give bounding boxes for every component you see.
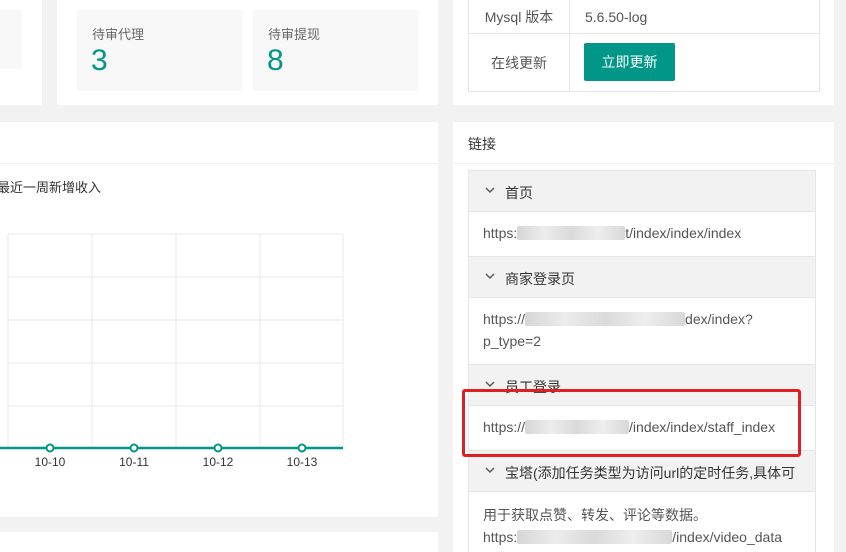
link-url-home[interactable]: https: t/index/index/index [483,225,741,241]
info-row-update: 在线更新 立即更新 [468,33,820,92]
stat-label: 待审提现 [268,27,321,42]
x-tick-label: 10-12 [203,455,234,469]
data-point [297,443,307,453]
x-tick-label: 10-10 [35,455,66,469]
chevron-down-icon [485,273,495,279]
stat-pending-agents[interactable]: 待审代理 3 [77,10,242,91]
accordion-header-merchant-login[interactable]: 商家登录页 [468,256,816,298]
info-key: Mysql 版本 [469,0,570,34]
accordion-body-merchant-login: https:// dex/index? p_type=2 [468,298,816,364]
stat-label: 待审代理 [92,27,145,42]
income-chart-card: 最近一周新增收入 10-10 10-11 10-12 10-13 [0,122,438,517]
accordion-label: 首页 [505,185,533,201]
system-info-card: Mysql 版本 5.6.50-log 在线更新 立即更新 [453,0,834,105]
stat-value: 3 [91,44,108,77]
data-point [213,443,223,453]
accordion-header-home[interactable]: 首页 [468,170,816,212]
accordion-label: 商家登录页 [505,271,575,287]
data-point [129,443,139,453]
stat-box-partial [0,10,22,69]
link-url-video-data[interactable]: https: /index/video_data [483,529,782,545]
data-point [45,443,55,453]
accordion-body-baota: 用于获取点赞、转发、评论等数据。 https: /index/video_data [468,492,816,552]
panel-divider [453,163,834,164]
info-value: 5.6.50-log [585,9,648,25]
income-line-chart: 10-10 10-11 10-12 10-13 [0,233,344,469]
url-suffix: t/index/index/index [625,225,742,241]
chevron-down-icon [485,467,495,473]
stat-pending-withdrawals[interactable]: 待审提现 8 [253,10,418,91]
links-card: 链接 首页 https: t/index/index/index 商家登录页 ht… [453,122,834,552]
accordion-label: 宝塔(添加任务类型为访问url的定时任务,具体可 [505,465,796,481]
redacted-domain [517,226,626,240]
url-prefix: https: [483,529,518,545]
highlight-box [462,389,801,457]
redacted-domain [517,530,673,544]
update-now-button[interactable]: 立即更新 [584,43,675,81]
url-line2: p_type=2 [483,333,541,349]
x-tick-label: 10-11 [119,455,149,469]
link-url-merchant[interactable]: https:// dex/index? p_type=2 [483,311,753,349]
url-suffix: /index/video_data [672,529,783,545]
x-tick-label: 10-13 [287,455,318,469]
overview-card-left [0,0,42,105]
url-prefix: https:// [483,311,526,327]
bottom-left-card [0,532,438,552]
info-row-mysql: Mysql 版本 5.6.50-log [468,0,820,35]
stat-value: 8 [267,44,284,77]
pending-stats-card: 待审代理 3 待审提现 8 [57,0,438,105]
accordion-body-home: https: t/index/index/index [468,212,816,256]
panel-title: 链接 [468,136,496,152]
info-key: 在线更新 [469,34,570,91]
chevron-down-icon [485,187,495,193]
accordion-desc: 用于获取点赞、转发、评论等数据。 [483,507,707,523]
url-suffix: dex/index? [685,311,753,327]
url-prefix: https: [483,225,518,241]
redacted-domain [525,312,686,326]
